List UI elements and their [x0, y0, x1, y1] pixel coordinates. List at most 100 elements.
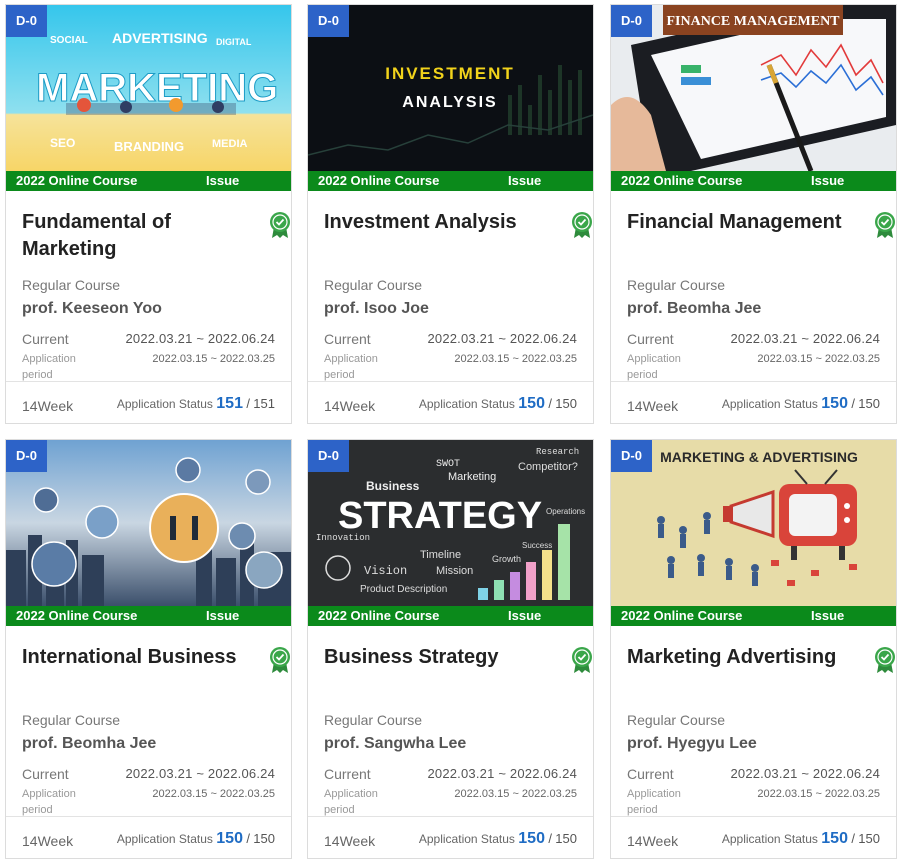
- issue-label: Issue: [206, 608, 240, 623]
- course-thumbnail[interactable]: Business SWOT Marketing STRATEGY Researc…: [308, 440, 593, 606]
- current-period-label: Current: [324, 766, 371, 782]
- applied-count: 150: [821, 830, 848, 847]
- divider: [611, 381, 896, 382]
- issue-label: Issue: [811, 608, 845, 623]
- course-type: Regular Course: [324, 277, 423, 293]
- course-duration: 14Week: [324, 398, 376, 414]
- course-card[interactable]: MARKETING & ADVERTISING D-0 2022 Online …: [610, 439, 897, 859]
- svg-text:Mission: Mission: [436, 565, 473, 577]
- certified-badge-icon: [270, 212, 290, 238]
- current-period-dates: 2022.03.21 ~ 2022.06.24: [730, 766, 880, 781]
- application-status: Application Status 150 / 150: [419, 395, 577, 413]
- divider: [6, 381, 291, 382]
- applied-count: 150: [518, 830, 545, 847]
- course-title[interactable]: Marketing Advertising: [627, 644, 857, 694]
- svg-text:Success: Success: [522, 541, 552, 550]
- online-course-label: 2022 Online Course: [621, 608, 743, 623]
- divider: [6, 816, 291, 817]
- course-thumbnail[interactable]: FINANCE MANAGEMENT: [611, 5, 896, 171]
- application-status: Application Status 151 / 151: [117, 395, 275, 413]
- svg-text:Product Description: Product Description: [360, 584, 447, 595]
- course-type: Regular Course: [627, 712, 726, 728]
- svg-text:ADVERTISING: ADVERTISING: [112, 30, 208, 46]
- svg-text:STRATEGY: STRATEGY: [338, 495, 542, 537]
- current-period-label: Current: [22, 331, 69, 347]
- svg-text:BRANDING: BRANDING: [114, 139, 184, 154]
- svg-text:Marketing: Marketing: [448, 471, 496, 483]
- svg-text:Timeline: Timeline: [420, 549, 461, 561]
- current-period-dates: 2022.03.21 ~ 2022.06.24: [427, 766, 577, 781]
- status-separator: /: [851, 831, 855, 846]
- divider: [308, 381, 593, 382]
- application-period-dates: 2022.03.15 ~ 2022.03.25: [757, 353, 880, 365]
- course-type: Regular Course: [22, 712, 121, 728]
- issue-band: 2022 Online Course Issue: [308, 606, 593, 626]
- current-period-label: Current: [324, 331, 371, 347]
- applied-count: 151: [216, 395, 243, 412]
- application-period-label: Application period: [324, 788, 378, 816]
- dday-badge: D-0: [611, 440, 652, 472]
- svg-text:Competitor?: Competitor?: [518, 461, 578, 473]
- issue-label: Issue: [811, 173, 845, 188]
- course-thumbnail[interactable]: SOCIAL ADVERTISING DIGITAL MARKETING SEO…: [6, 5, 291, 171]
- course-card[interactable]: INVESTMENT ANALYSIS D-0 2022 Online Cour…: [307, 4, 594, 424]
- course-thumbnail[interactable]: [6, 440, 291, 606]
- course-title[interactable]: Financial Management: [627, 209, 857, 259]
- svg-text:Operations: Operations: [546, 507, 585, 516]
- strategy-chalkboard-illustration: Business SWOT Marketing STRATEGY Researc…: [308, 440, 593, 606]
- current-period-label: Current: [627, 331, 674, 347]
- svg-text:MARKETING & ADVERTISING: MARKETING & ADVERTISING: [660, 449, 858, 465]
- divider: [308, 816, 593, 817]
- certified-badge-icon: [270, 647, 290, 673]
- advertising-illustration: MARKETING & ADVERTISING: [611, 440, 896, 606]
- course-title[interactable]: Investment Analysis: [324, 209, 554, 259]
- online-course-label: 2022 Online Course: [621, 173, 743, 188]
- divider: [611, 816, 896, 817]
- course-duration: 14Week: [22, 398, 74, 414]
- issue-label: Issue: [206, 173, 240, 188]
- applied-count: 150: [518, 395, 545, 412]
- status-separator: /: [851, 396, 855, 411]
- status-separator: /: [246, 831, 250, 846]
- current-period-dates: 2022.03.21 ~ 2022.06.24: [125, 331, 275, 346]
- svg-text:Growth: Growth: [492, 554, 521, 564]
- course-thumbnail[interactable]: MARKETING & ADVERTISING: [611, 440, 896, 606]
- course-title[interactable]: Fundamental of Marketing: [22, 209, 252, 259]
- certified-badge-icon: [875, 212, 895, 238]
- application-status-label: Application Status: [418, 832, 515, 846]
- investment-illustration: INVESTMENT ANALYSIS: [308, 5, 593, 171]
- application-status-label: Application Status: [116, 397, 213, 411]
- course-type: Regular Course: [22, 277, 121, 293]
- course-card[interactable]: Business SWOT Marketing STRATEGY Researc…: [307, 439, 594, 859]
- issue-label: Issue: [508, 173, 542, 188]
- course-thumbnail[interactable]: INVESTMENT ANALYSIS: [308, 5, 593, 171]
- application-status: Application Status 150 / 150: [419, 830, 577, 848]
- application-status-label: Application Status: [116, 832, 213, 846]
- applied-count: 150: [216, 830, 243, 847]
- issue-band: 2022 Online Course Issue: [6, 171, 291, 191]
- application-status-label: Application Status: [418, 397, 515, 411]
- course-duration: 14Week: [627, 398, 679, 414]
- course-title[interactable]: International Business: [22, 644, 252, 694]
- course-card[interactable]: D-0 2022 Online Course Issue Internation…: [5, 439, 292, 859]
- course-card[interactable]: FINANCE MANAGEMENT D-0 2022 Online Cours…: [610, 4, 897, 424]
- application-status: Application Status 150 / 150: [722, 395, 880, 413]
- issue-band: 2022 Online Course Issue: [611, 171, 896, 191]
- status-separator: /: [548, 396, 552, 411]
- course-type: Regular Course: [627, 277, 726, 293]
- svg-text:SWOT: SWOT: [436, 459, 460, 470]
- course-card[interactable]: SOCIAL ADVERTISING DIGITAL MARKETING SEO…: [5, 4, 292, 424]
- current-period-dates: 2022.03.21 ~ 2022.06.24: [125, 766, 275, 781]
- applied-count: 150: [821, 395, 848, 412]
- current-period-dates: 2022.03.21 ~ 2022.06.24: [730, 331, 880, 346]
- svg-text:Vision: Vision: [364, 564, 407, 578]
- course-title[interactable]: Business Strategy: [324, 644, 554, 694]
- certified-badge-icon: [572, 212, 592, 238]
- capacity-count: 150: [555, 396, 577, 411]
- svg-text:FINANCE MANAGEMENT: FINANCE MANAGEMENT: [666, 14, 840, 29]
- application-period-dates: 2022.03.15 ~ 2022.03.25: [454, 788, 577, 800]
- svg-text:SOCIAL: SOCIAL: [50, 35, 88, 46]
- application-period-dates: 2022.03.15 ~ 2022.03.25: [757, 788, 880, 800]
- professor-name: prof. Beomha Jee: [22, 735, 157, 752]
- certified-badge-icon: [875, 647, 895, 673]
